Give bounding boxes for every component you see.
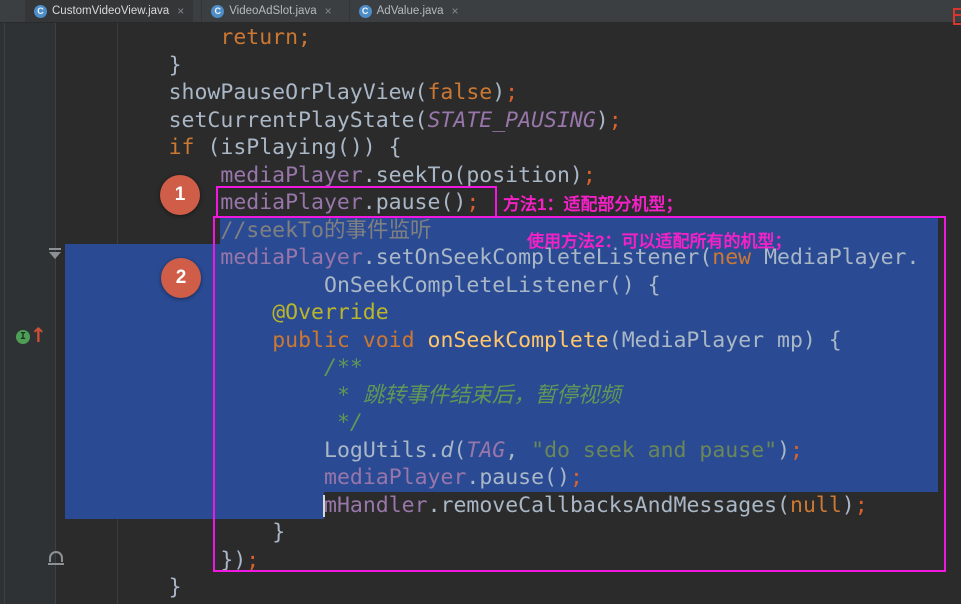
code-line[interactable]: } — [169, 574, 182, 602]
tab-label: VideoAdSlot.java — [229, 5, 317, 17]
step-marker-2: 2 — [161, 258, 201, 298]
panel-divider — [4, 23, 5, 604]
annotation-method1: 方法1：适配部分机型； — [503, 195, 683, 214]
highlight-box-method1 — [216, 186, 497, 218]
class-icon: C — [34, 4, 47, 18]
class-icon: C — [358, 4, 372, 18]
tab-customvideoview[interactable]: C CustomVideoView.java × — [25, 0, 194, 22]
close-icon[interactable]: × — [325, 5, 332, 17]
editor-gutter — [0, 23, 56, 604]
code-line[interactable]: return; — [220, 24, 311, 52]
close-icon[interactable]: × — [452, 5, 459, 17]
fold-region-end-icon[interactable] — [48, 551, 64, 565]
tab-label: AdValue.java — [376, 5, 444, 17]
editor-tab-bar: C CustomVideoView.java × C VideoAdSlot.j… — [0, 0, 961, 23]
navigate-up-arrow-icon[interactable]: ↑ — [30, 322, 47, 348]
tab-label: CustomVideoView.java — [52, 5, 170, 17]
step-marker-1: 1 — [160, 175, 200, 215]
code-line[interactable]: showPauseOrPlayView(false); — [169, 79, 519, 107]
highlight-box-method2 — [213, 216, 946, 572]
class-icon: C — [211, 4, 225, 18]
code-line[interactable]: setCurrentPlayState(STATE_PAUSING); — [169, 107, 622, 135]
fold-region-start-icon[interactable] — [49, 248, 61, 259]
annotation-method2: 使用方法2：可以适配所有的机型； — [527, 232, 792, 251]
tab-advalue[interactable]: C AdValue.java × — [348, 0, 468, 22]
code-line[interactable]: if (isPlaying()) { — [169, 134, 402, 162]
code-line[interactable]: mediaPlayer.seekTo(position); — [220, 162, 595, 190]
clipped-red-annotation-artifact — [953, 8, 961, 25]
tab-videoadslot[interactable]: C VideoAdSlot.java × — [201, 0, 340, 22]
overriding-method-gutter-icon[interactable]: I — [16, 330, 30, 344]
close-icon[interactable]: × — [177, 5, 184, 17]
code-line[interactable]: } — [169, 52, 182, 80]
